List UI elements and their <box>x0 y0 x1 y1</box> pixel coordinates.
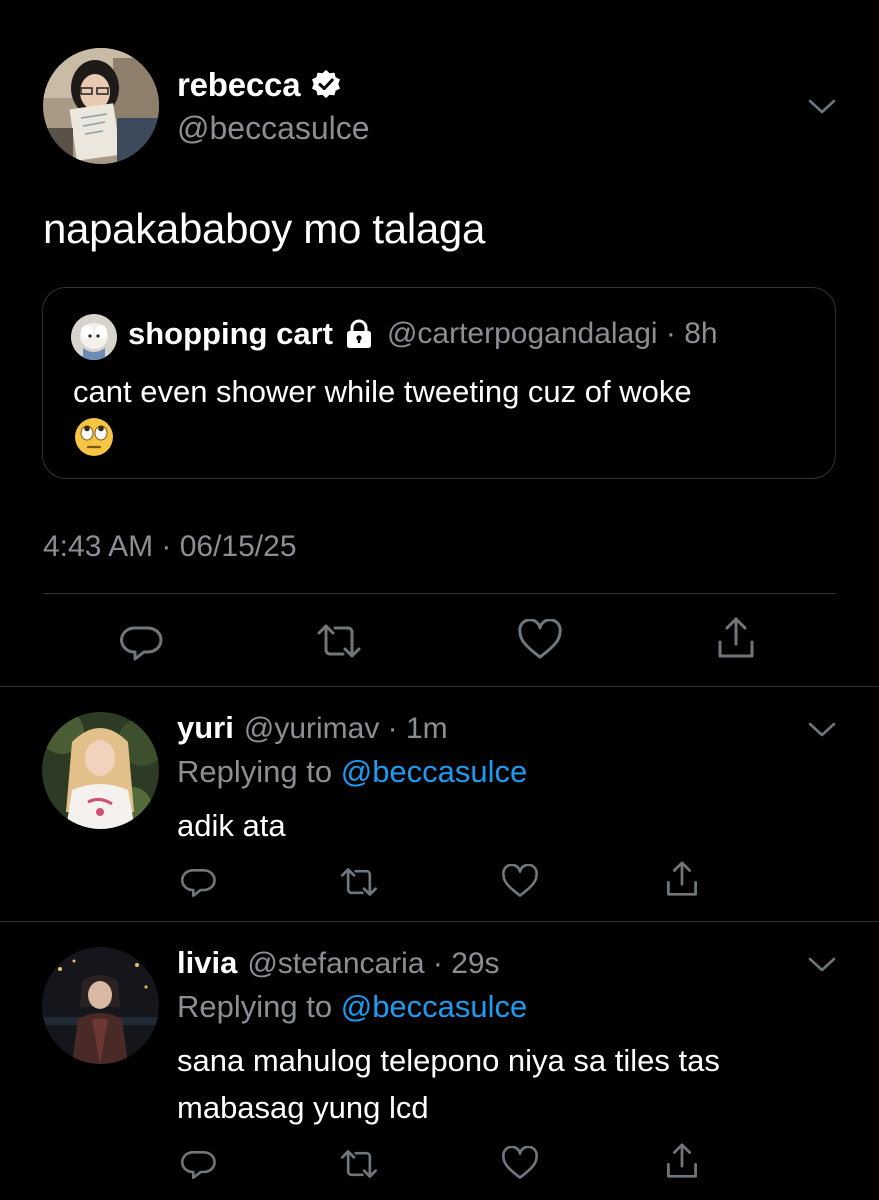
reply-display-name[interactable]: livia <box>177 945 237 981</box>
quoted-handle-time: @carterpogandalagi · 8h <box>386 317 718 350</box>
reply-display-name[interactable]: yuri <box>177 710 234 746</box>
reply-handle-time[interactable]: @stefancaria · 29s <box>247 947 499 981</box>
divider <box>0 921 879 922</box>
replying-to-mention[interactable]: @beccasulce <box>341 989 528 1024</box>
divider <box>43 593 836 594</box>
lock-icon <box>345 319 373 349</box>
chevron-down-icon[interactable] <box>808 98 836 116</box>
quoted-avatar <box>71 314 117 360</box>
author-handle[interactable]: @beccasulce <box>177 110 370 147</box>
main-tweet: rebecca @beccasulce napakababoy mo talag… <box>0 0 879 688</box>
reply-text-line: sana mahulog telepono niya sa tiles tas <box>177 1043 720 1078</box>
replying-to-label: Replying to <box>177 989 341 1024</box>
tweet-text: napakababoy mo talaga <box>43 205 486 252</box>
like-icon[interactable] <box>501 1146 539 1181</box>
reply-icon[interactable] <box>120 620 164 662</box>
avatar[interactable] <box>42 712 159 829</box>
retweet-icon[interactable] <box>339 1146 379 1182</box>
verified-icon <box>310 69 342 101</box>
reply-header: yuri @yurimav · 1m <box>177 710 448 746</box>
reply-text-line: mabasag yung lcd <box>177 1089 429 1125</box>
reply-text: sana mahulog telepono niya sa tiles tas … <box>177 1038 837 1131</box>
divider <box>0 686 879 687</box>
replying-to: Replying to @beccasulce <box>177 989 527 1025</box>
author-display-name[interactable]: rebecca <box>177 66 301 104</box>
like-icon[interactable] <box>517 619 563 661</box>
quoted-text-body: cant even shower while tweeting cuz of w… <box>73 374 692 409</box>
quoted-tweet[interactable]: shopping cart @carterpogandalagi · 8h ca… <box>42 287 836 479</box>
chevron-down-icon[interactable] <box>808 956 836 974</box>
rolling-eyes-emoji-icon <box>73 416 115 458</box>
share-icon[interactable] <box>716 616 756 660</box>
quoted-header: shopping cart @carterpogandalagi · 8h <box>128 316 718 352</box>
chevron-down-icon[interactable] <box>808 721 836 739</box>
reply-icon[interactable] <box>181 863 217 899</box>
retweet-icon[interactable] <box>339 864 379 900</box>
retweet-icon[interactable] <box>315 620 363 662</box>
avatar[interactable] <box>43 48 159 164</box>
replying-to: Replying to @beccasulce <box>177 754 527 790</box>
reply-handle-time[interactable]: @yurimav · 1m <box>244 712 448 746</box>
replying-to-label: Replying to <box>177 754 341 789</box>
tweet-timestamp: 4:43 AM · 06/15/25 <box>43 530 297 563</box>
share-icon[interactable] <box>665 1142 699 1180</box>
quoted-text: cant even shower while tweeting cuz of w… <box>73 372 813 458</box>
quoted-display-name: shopping cart <box>128 316 333 351</box>
share-icon[interactable] <box>665 860 699 898</box>
author-name-row: rebecca <box>177 66 342 104</box>
avatar[interactable] <box>42 947 159 1064</box>
replying-to-mention[interactable]: @beccasulce <box>341 754 528 789</box>
reply-icon[interactable] <box>181 1145 217 1181</box>
like-icon[interactable] <box>501 864 539 899</box>
reply-text: adik ata <box>177 808 286 843</box>
reply-header: livia @stefancaria · 29s <box>177 945 500 981</box>
